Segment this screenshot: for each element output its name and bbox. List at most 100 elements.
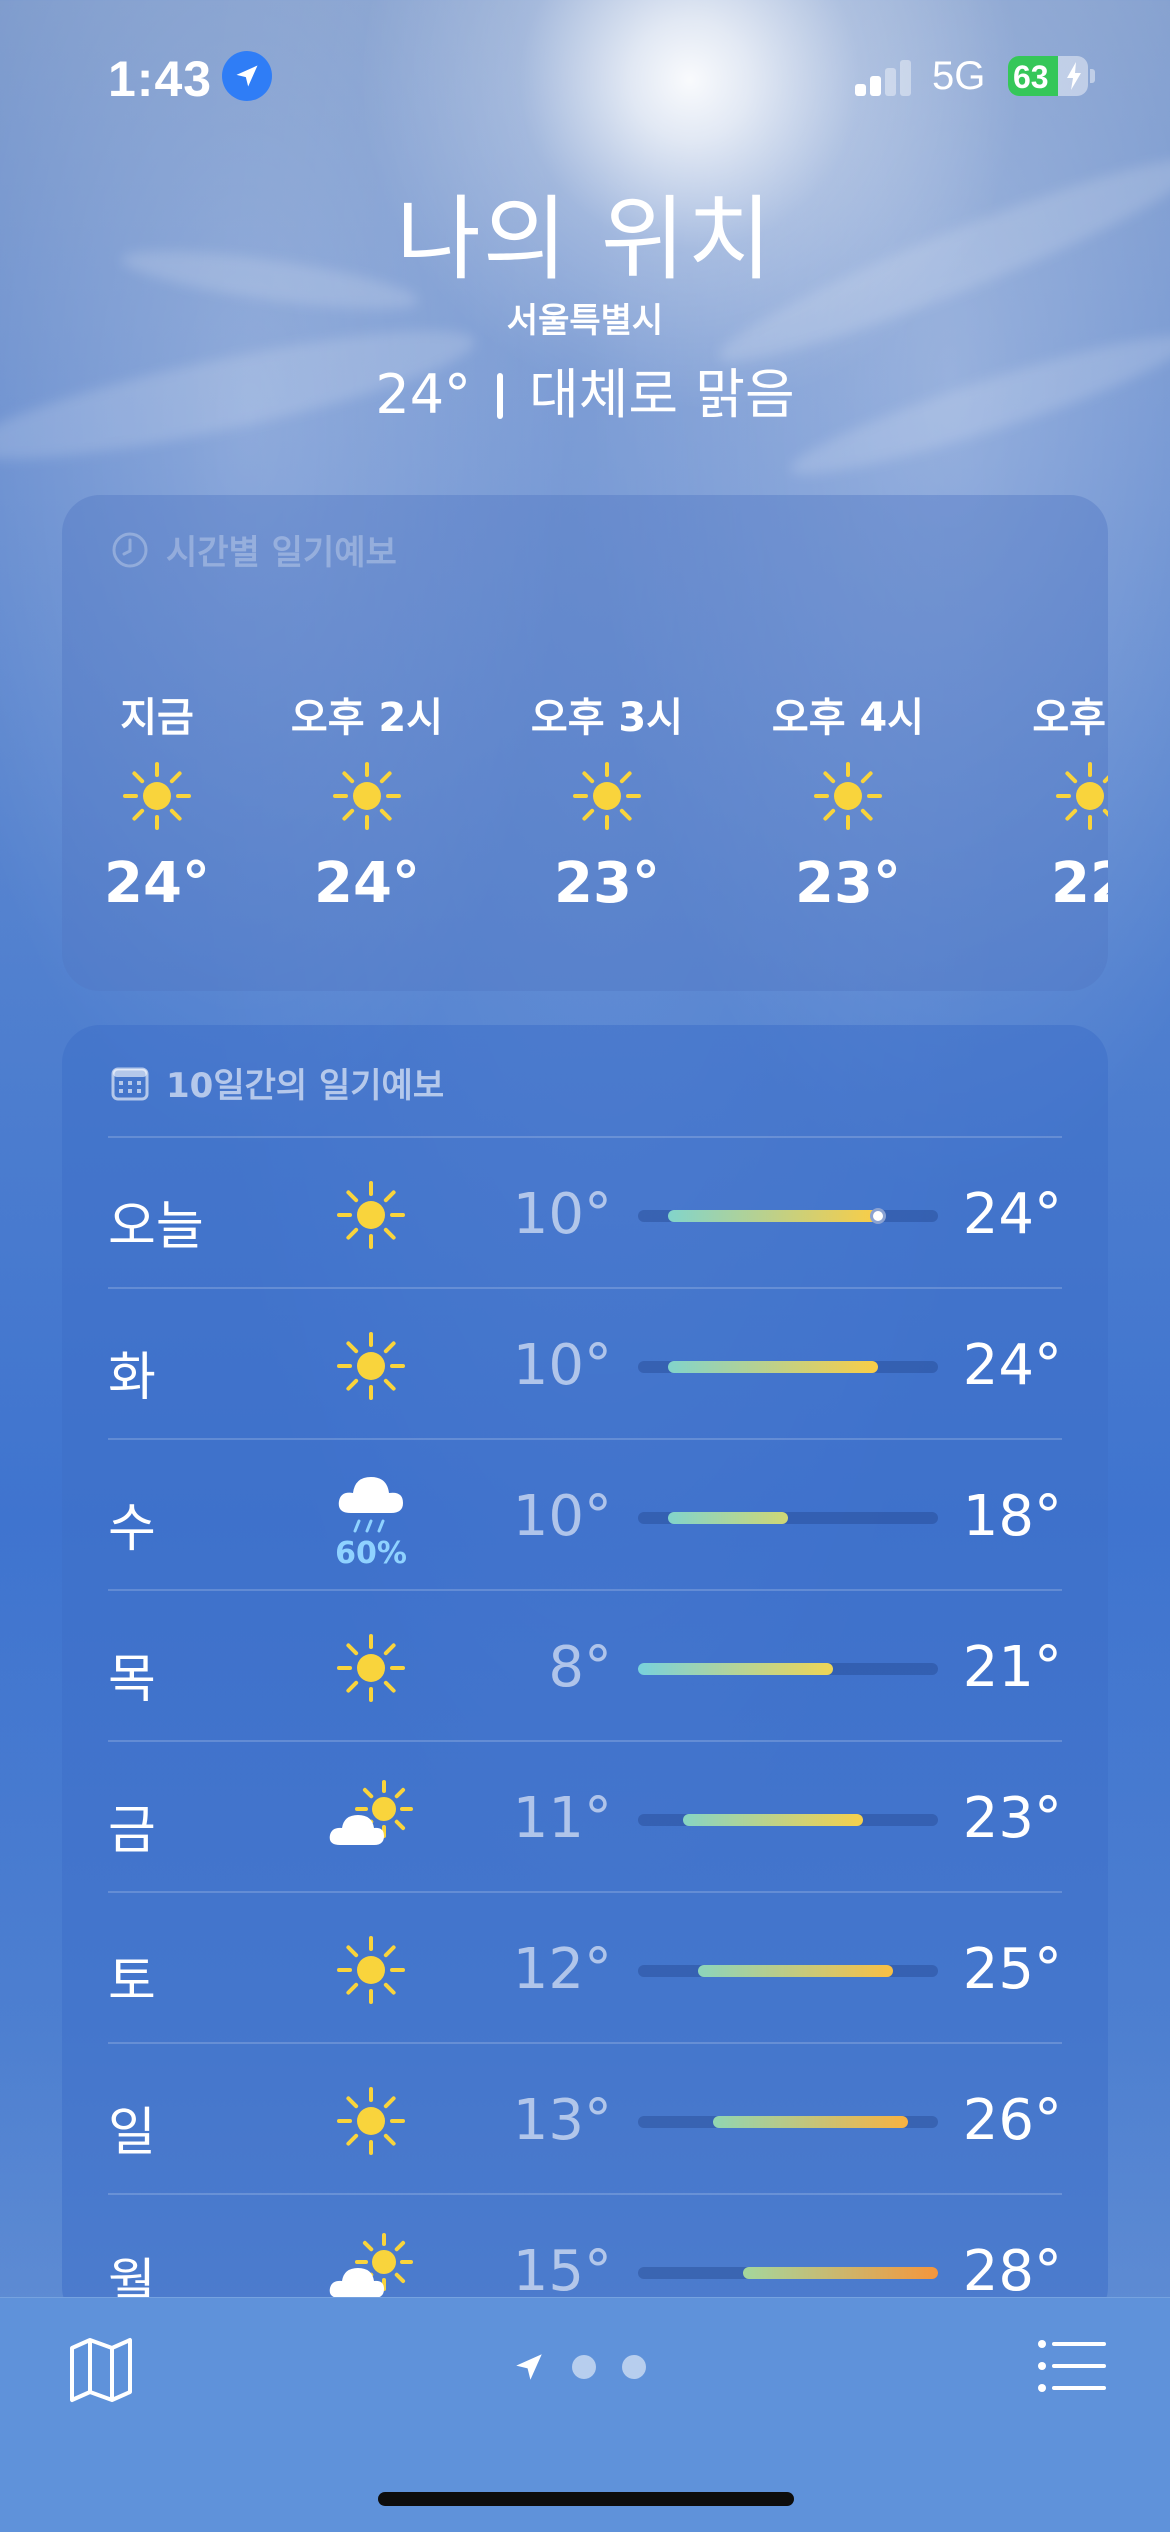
sun-icon — [316, 1311, 426, 1421]
sun-icon — [267, 741, 467, 851]
temp-range-track — [638, 1361, 938, 1373]
day-label: 화 — [108, 1348, 156, 1408]
hour-label: 오후 5 — [1032, 695, 1108, 741]
low-temp: 10° — [512, 1333, 612, 1398]
low-temp: 15° — [512, 2239, 612, 2304]
page-indicator[interactable] — [512, 2350, 646, 2384]
high-temp: 23° — [962, 1786, 1062, 1851]
day-label: 수 — [108, 1499, 156, 1559]
day-label: 오늘 — [108, 1197, 204, 1257]
separator — [497, 373, 504, 419]
high-temp: 18° — [962, 1484, 1062, 1549]
low-temp: 10° — [512, 1182, 612, 1247]
hourly-forecast-card[interactable]: 시간별 일기예보 지금 24° 오후 2시 24° 오후 3시 23° 오후 4… — [62, 495, 1108, 991]
temp-range-track — [638, 1965, 938, 1977]
temp-range-track — [638, 2267, 938, 2279]
low-temp: 13° — [512, 2088, 612, 2153]
hour-temp: 23° — [795, 851, 901, 916]
current-conditions: 24° 대체로 맑음 — [0, 350, 1170, 429]
temp-range-track — [638, 1208, 938, 1224]
temp-range-bar — [698, 1965, 893, 1977]
status-bar: 1:43 5G 63 — [0, 0, 1170, 150]
signal-bar — [900, 60, 911, 96]
hour-item: 오후 2시 24° — [267, 685, 467, 916]
temp-range-track — [638, 1512, 938, 1524]
temp-range-bar — [668, 1512, 788, 1524]
sun-icon — [62, 741, 257, 851]
low-temp: 8° — [548, 1635, 612, 1700]
location-arrow-icon[interactable] — [512, 2350, 546, 2384]
battery-icon: 63 — [1008, 56, 1088, 96]
hourly-forecast-header: 시간별 일기예보 — [110, 525, 397, 574]
clock-icon — [112, 532, 148, 567]
hour-temp: 24° — [314, 851, 420, 916]
location-services-icon — [222, 51, 272, 101]
day-row[interactable]: 수 60% 10° 18° — [108, 1438, 1062, 1589]
daily-forecast-card[interactable]: 10일간의 일기예보 오늘 10° 24° 화 10° 24° 수 60% 10… — [62, 1025, 1108, 2325]
hour-item: 오후 5 22 — [990, 685, 1108, 916]
hour-item: 오후 3시 23° — [507, 685, 707, 916]
low-temp: 10° — [512, 1484, 612, 1549]
daily-list[interactable]: 오늘 10° 24° 화 10° 24° 수 60% 10° 18° 목 8° — [108, 1136, 1062, 2325]
calendar-icon — [111, 1067, 149, 1100]
signal-bar — [885, 68, 896, 96]
low-temp: 12° — [512, 1937, 612, 2002]
day-row[interactable]: 토 12° 25° — [108, 1891, 1062, 2042]
hour-item: 오후 4시 23° — [748, 685, 948, 916]
high-temp: 21° — [962, 1635, 1062, 1700]
hour-temp: 22 — [1051, 851, 1108, 916]
home-indicator[interactable] — [378, 2492, 794, 2506]
day-row[interactable]: 금 11° 23° — [108, 1740, 1062, 1891]
day-row[interactable]: 목 8° 21° — [108, 1589, 1062, 1740]
hour-label: 오후 2시 — [290, 695, 444, 741]
temp-range-bar — [743, 2267, 938, 2279]
high-temp: 28° — [962, 2239, 1062, 2304]
battery-percent: 63 — [1013, 59, 1049, 95]
network-type: 5G — [932, 54, 986, 98]
temp-range-track — [638, 1663, 938, 1675]
status-time: 1:43 — [108, 51, 213, 107]
temp-range-bar — [638, 1663, 833, 1675]
current-condition: 대체로 맑음 — [529, 363, 795, 426]
day-row[interactable]: 화 10° 24° — [108, 1287, 1062, 1438]
hourly-list[interactable]: 지금 24° 오후 2시 24° 오후 3시 23° 오후 4시 23° 오후 … — [62, 685, 1108, 965]
high-temp: 25° — [962, 1937, 1062, 2002]
page-dot[interactable] — [622, 2355, 646, 2379]
map-button[interactable] — [66, 2334, 136, 2408]
list-icon — [1038, 2340, 1106, 2392]
high-temp: 24° — [962, 1333, 1062, 1398]
temp-range-track — [638, 2116, 938, 2128]
precip-chance: 60% — [335, 1536, 407, 1571]
day-label: 목 — [108, 1650, 156, 1710]
hour-temp: 24° — [104, 851, 210, 916]
page-dot[interactable] — [572, 2355, 596, 2379]
daily-forecast-header: 10일간의 일기예보 — [110, 1058, 444, 1107]
day-label: 토 — [108, 1952, 156, 2012]
low-temp: 11° — [512, 1786, 612, 1851]
high-temp: 24° — [962, 1182, 1062, 1247]
temp-range-track — [638, 1814, 938, 1826]
map-icon — [70, 2338, 132, 2402]
current-temp-dot — [870, 1208, 886, 1224]
hour-item: 지금 24° — [62, 685, 257, 916]
hour-label: 오후 3시 — [530, 695, 684, 741]
hour-label: 지금 — [120, 695, 194, 741]
cellular-signal-icon — [855, 60, 915, 96]
day-label: 금 — [108, 1801, 156, 1861]
day-row[interactable]: 오늘 10° 24° — [108, 1136, 1062, 1287]
temp-range-bar — [713, 2116, 908, 2128]
sun-icon — [990, 741, 1108, 851]
list-button[interactable] — [1036, 2338, 1108, 2398]
location-subtitle: 서울특별시 — [506, 301, 664, 341]
temp-range-bar — [668, 1210, 878, 1222]
sun-icon — [507, 741, 707, 851]
sun-icon — [316, 1613, 426, 1723]
current-temperature: 24° — [375, 363, 472, 426]
day-label: 일 — [108, 2103, 156, 2163]
hour-temp: 23° — [554, 851, 660, 916]
hourly-forecast-title: 시간별 일기예보 — [166, 533, 397, 573]
sun-icon — [316, 1915, 426, 2025]
signal-bar — [870, 76, 881, 96]
day-row[interactable]: 일 13° 26° — [108, 2042, 1062, 2193]
partly-cloudy-icon — [316, 1764, 426, 1874]
